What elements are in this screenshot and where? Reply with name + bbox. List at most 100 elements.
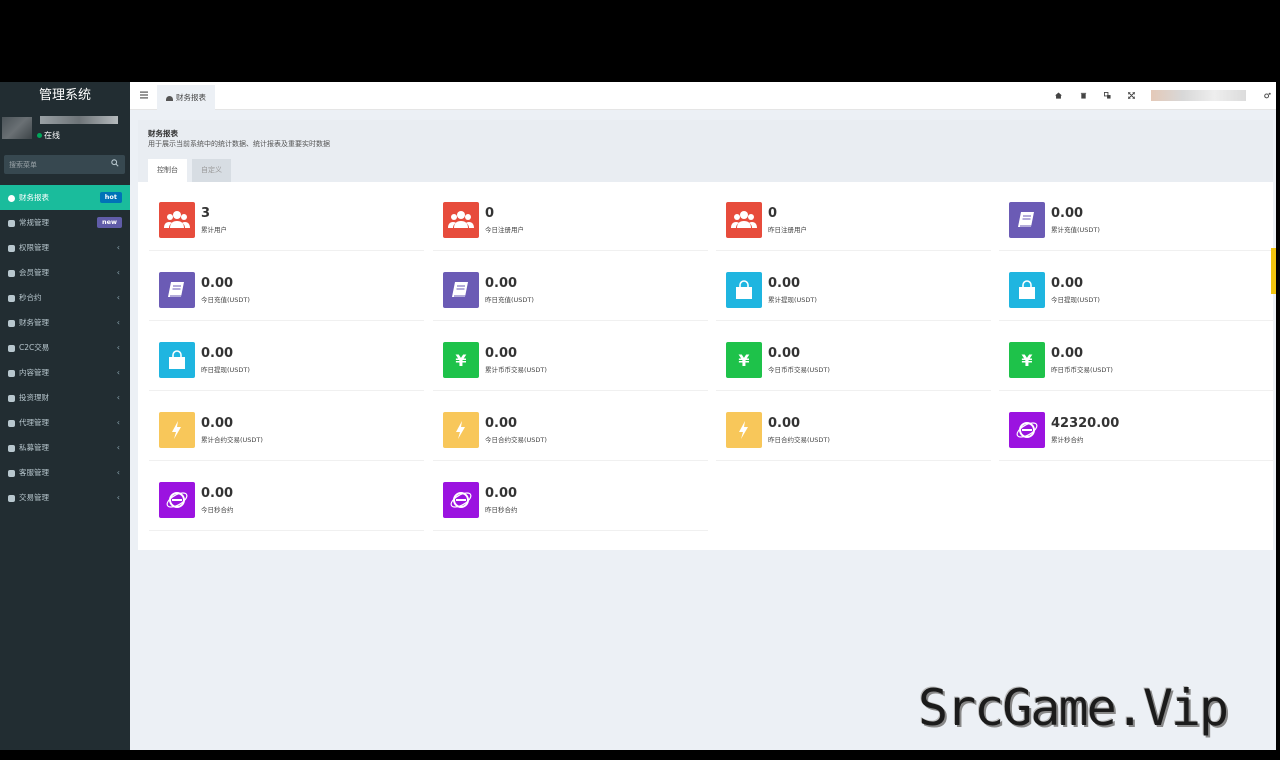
stat-value: 42320.00 [1051, 416, 1120, 431]
sidebar-menu: 财务报表 hot 常规管理 new 权限管理 ‹ 会员管理 ‹ 秒合约 ‹ 财务管理 ‹ C2C交易 ‹ 内… [0, 185, 130, 510]
stat-card: 3 累计用户 [149, 202, 424, 262]
list-icon [8, 269, 15, 277]
page-description: 用于展示当前系统中的统计数据、统计报表及重要实时数据 [148, 140, 330, 148]
stat-label: 累计币币交易(USDT) [485, 366, 547, 374]
users-icon [159, 202, 195, 238]
divider [433, 460, 708, 461]
database-icon [8, 319, 15, 327]
home-icon[interactable] [1055, 92, 1062, 99]
divider [149, 530, 424, 531]
search-icon[interactable] [111, 159, 119, 167]
fullscreen-icon[interactable] [1128, 92, 1135, 99]
chevron-left-icon: ‹ [116, 368, 120, 377]
sidebar-item-2[interactable]: 权限管理 ‹ [0, 235, 130, 260]
stat-value: 0 [485, 206, 495, 221]
stat-label: 昨日提现(USDT) [201, 366, 250, 374]
tab-console[interactable]: 控制台 [148, 159, 187, 182]
sidebar-badge: new [96, 217, 122, 228]
divider [149, 250, 424, 251]
group-icon [8, 244, 15, 252]
stat-value: 0.00 [768, 276, 801, 291]
top-user-name[interactable] [1151, 90, 1246, 101]
balance-icon [8, 344, 15, 352]
sidebar-item-label: 交易管理 [19, 493, 49, 502]
comment-icon [8, 469, 15, 477]
cogs-icon[interactable] [1264, 92, 1271, 99]
stat-value: 0.00 [201, 346, 234, 361]
trash-icon[interactable] [1080, 92, 1087, 99]
sidebar-item-0[interactable]: 财务报表 hot [0, 185, 130, 210]
stat-label: 昨日充值(USDT) [485, 296, 534, 304]
divider [999, 250, 1274, 251]
book-icon [443, 272, 479, 308]
top-header: 财务报表 [130, 82, 1276, 110]
app-title[interactable]: 管理系统 [0, 82, 130, 110]
stat-label: 昨日币币交易(USDT) [1051, 366, 1113, 374]
sidebar-item-4[interactable]: 秒合约 ‹ [0, 285, 130, 310]
sidebar-item-5[interactable]: 财务管理 ‹ [0, 310, 130, 335]
cogs-icon [8, 219, 15, 227]
sidebar-item-7[interactable]: 内容管理 ‹ [0, 360, 130, 385]
stat-label: 昨日合约交易(USDT) [768, 436, 830, 444]
stat-card: ¥0.00 昨日币币交易(USDT) [999, 342, 1274, 402]
search-input[interactable] [4, 155, 104, 174]
stat-label: 今日充值(USDT) [201, 296, 250, 304]
tab-custom[interactable]: 自定义 [192, 159, 231, 182]
divider [716, 390, 991, 391]
chevron-left-icon: ‹ [116, 318, 120, 327]
divider [433, 250, 708, 251]
stat-label: 累计合约交易(USDT) [201, 436, 263, 444]
stat-label: 今日注册用户 [485, 226, 524, 234]
avatar[interactable] [2, 117, 32, 139]
stat-value: 0 [768, 206, 778, 221]
diamond-icon [8, 444, 15, 452]
svg-text:¥: ¥ [738, 351, 749, 370]
sidebar-item-10[interactable]: 私募管理 ‹ [0, 435, 130, 460]
divider [999, 320, 1274, 321]
sidebar-item-label: 常规管理 [19, 218, 49, 227]
stat-card: 42320.00 累计秒合约 [999, 412, 1274, 472]
divider [716, 250, 991, 251]
sidebar-item-8[interactable]: 投资理财 ‹ [0, 385, 130, 410]
online-dot-icon [37, 133, 42, 138]
divider [149, 460, 424, 461]
tab-financial-report[interactable]: 财务报表 [157, 85, 215, 110]
sidebar-item-11[interactable]: 客服管理 ‹ [0, 460, 130, 485]
divider [716, 460, 991, 461]
book-icon [1009, 202, 1045, 238]
stat-label: 累计用户 [201, 226, 227, 234]
stat-card: 0.00 累计提现(USDT) [716, 272, 991, 332]
translate-icon[interactable] [1104, 92, 1111, 99]
divider [149, 320, 424, 321]
sidebar-item-3[interactable]: 会员管理 ‹ [0, 260, 130, 285]
dashboard-icon [8, 194, 15, 202]
sidebar-item-6[interactable]: C2C交易 ‹ [0, 335, 130, 360]
side-scroll-tab[interactable] [1271, 248, 1276, 294]
divider [716, 320, 991, 321]
stat-card: 0.00 累计合约交易(USDT) [149, 412, 424, 472]
stat-card: 0.00 今日提现(USDT) [999, 272, 1274, 332]
stat-card: 0.00 今日合约交易(USDT) [433, 412, 708, 472]
inbox-icon [8, 369, 15, 377]
stat-card: 0 今日注册用户 [433, 202, 708, 262]
stat-label: 昨日秒合约 [485, 506, 518, 514]
sidebar: 管理系统 在线 财务报表hot 常规管理 new 权限管理‹会员管理‹秒合约‹财务管理… [0, 82, 130, 750]
internet-explorer-icon [443, 482, 479, 518]
stat-card: 0.00 昨日秒合约 [433, 482, 708, 542]
menu-toggle-icon[interactable] [140, 91, 148, 99]
bolt-icon [159, 412, 195, 448]
chevron-left-icon: ‹ [116, 343, 120, 352]
sidebar-item-9[interactable]: 代理管理 ‹ [0, 410, 130, 435]
stat-value: 3 [201, 206, 211, 221]
user-status-text: 在线 [44, 131, 60, 140]
stat-label: 今日提现(USDT) [1051, 296, 1100, 304]
sidebar-item-12[interactable]: 交易管理 ‹ [0, 485, 130, 510]
sidebar-item-1[interactable]: 常规管理 new [0, 210, 130, 235]
chevron-left-icon: ‹ [116, 443, 120, 452]
chevron-left-icon: ‹ [116, 268, 120, 277]
user-name [40, 116, 118, 124]
divider [999, 390, 1274, 391]
briefcase-icon [8, 419, 15, 427]
divider [999, 460, 1274, 461]
stat-value: 0.00 [485, 346, 518, 361]
